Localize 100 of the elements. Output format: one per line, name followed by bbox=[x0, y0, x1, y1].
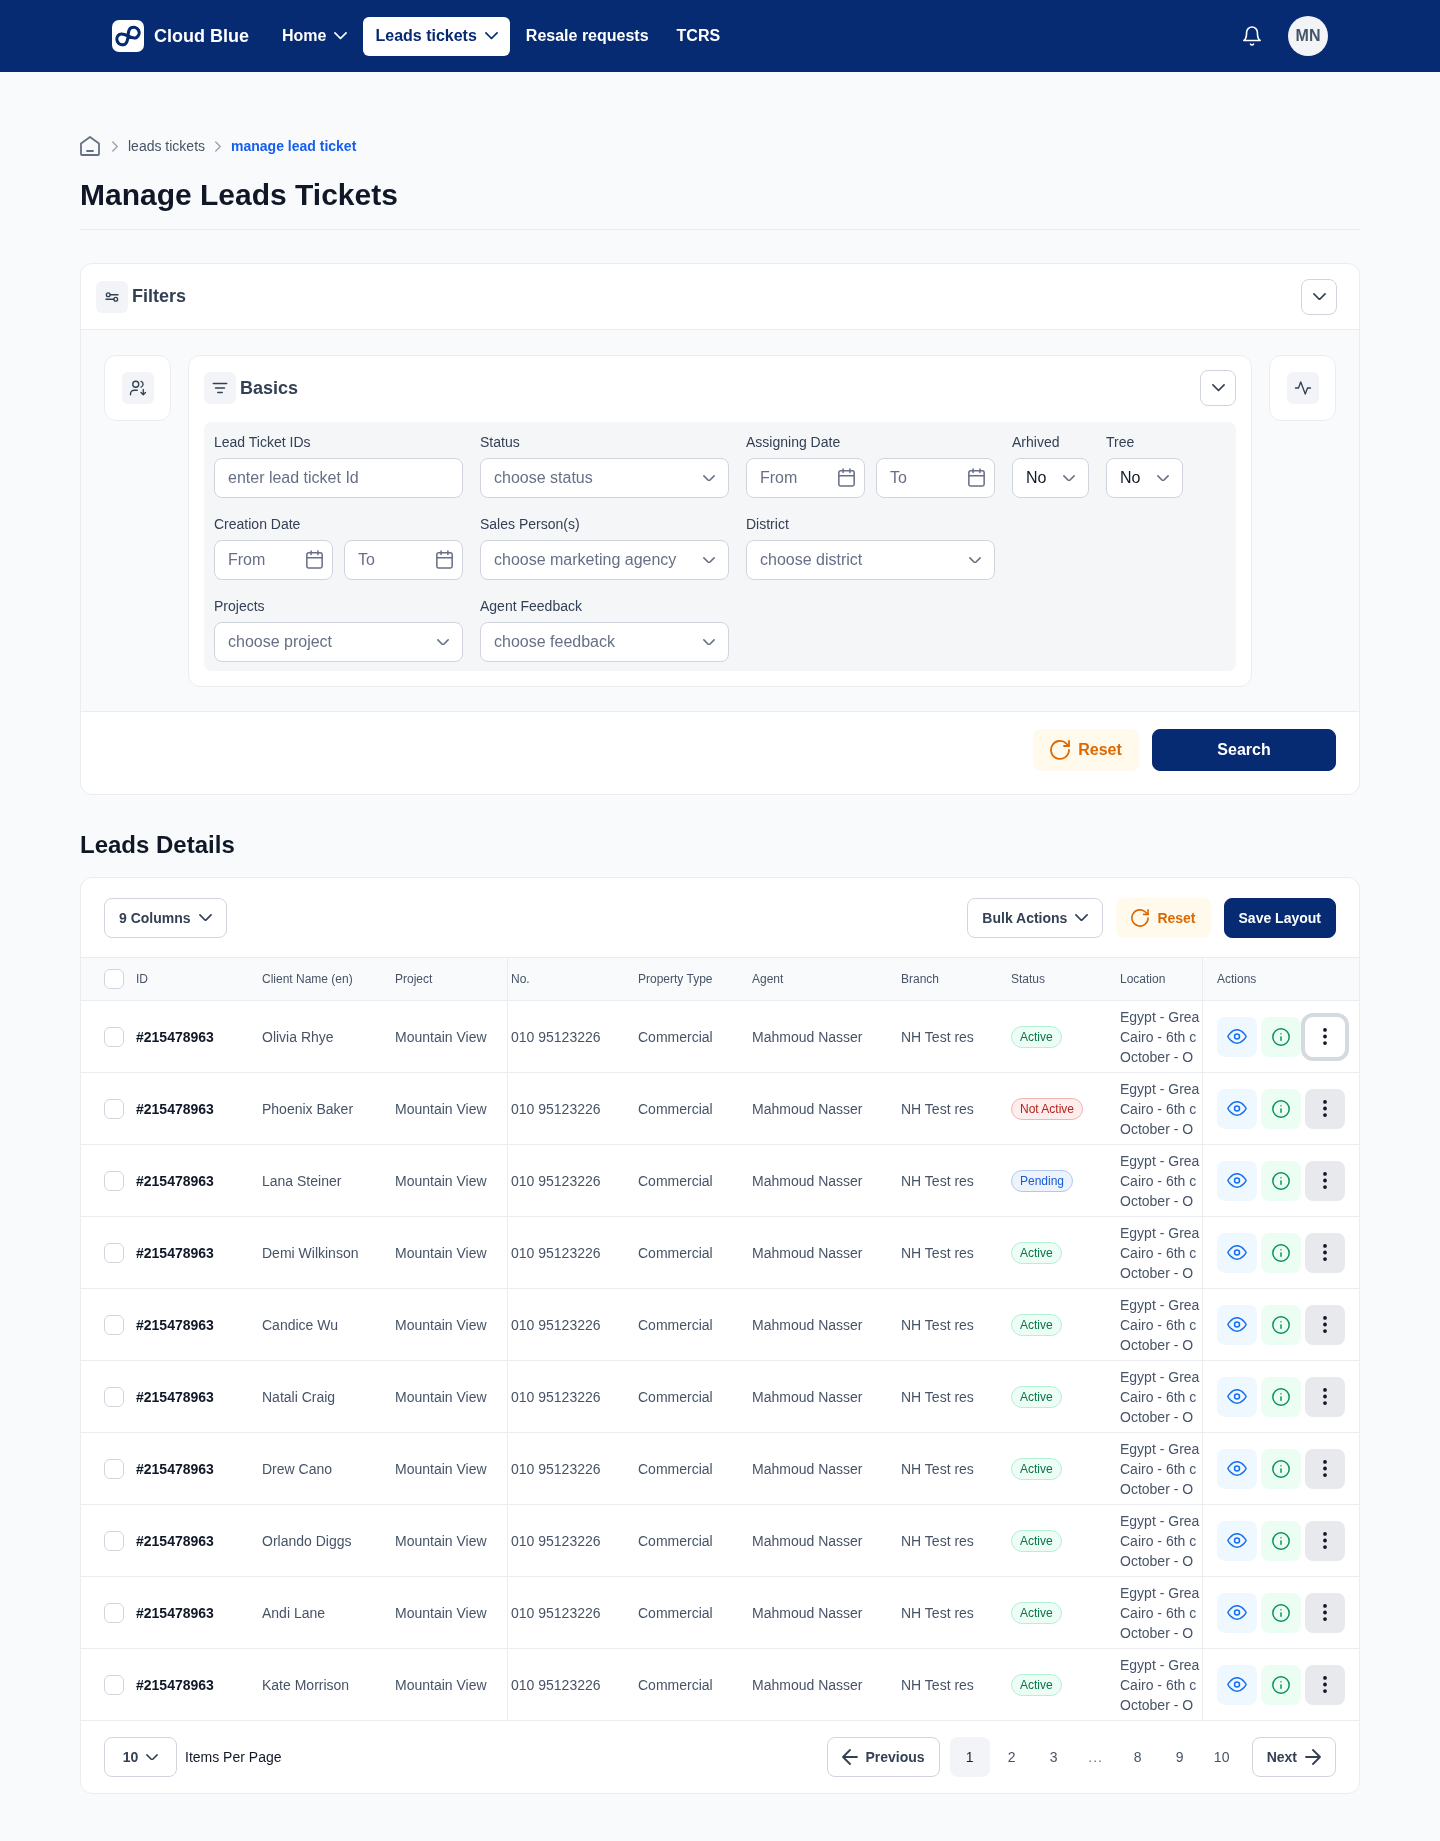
more-button[interactable] bbox=[1305, 1304, 1345, 1345]
view-button[interactable] bbox=[1217, 1520, 1257, 1561]
search-button[interactable]: Search bbox=[1152, 729, 1336, 771]
bell-icon[interactable] bbox=[1243, 26, 1261, 46]
breadcrumb-link[interactable]: manage lead ticket bbox=[231, 138, 357, 154]
view-button[interactable] bbox=[1217, 1088, 1257, 1129]
previous-button[interactable]: Previous bbox=[826, 1737, 940, 1777]
more-vertical-icon bbox=[1323, 1172, 1327, 1189]
info-button[interactable] bbox=[1261, 1664, 1301, 1705]
page-ellipsis: ... bbox=[1087, 1748, 1104, 1767]
nav-link[interactable]: TCRS bbox=[664, 16, 733, 56]
row-checkbox[interactable] bbox=[104, 1026, 124, 1047]
row-checkbox[interactable] bbox=[104, 1674, 124, 1695]
info-button[interactable] bbox=[1261, 1592, 1301, 1633]
view-button[interactable] bbox=[1217, 1016, 1257, 1057]
table-cell: Mountain View bbox=[395, 1505, 508, 1576]
info-button[interactable] bbox=[1261, 1520, 1301, 1561]
nav-link[interactable]: Home bbox=[270, 16, 360, 56]
bulk-actions-button[interactable]: Bulk Actions bbox=[967, 897, 1104, 938]
page-button[interactable]: 8 bbox=[1117, 1737, 1158, 1777]
row-checkbox[interactable] bbox=[104, 1314, 124, 1335]
row-checkbox[interactable] bbox=[104, 1602, 124, 1623]
page-button[interactable]: 2 bbox=[991, 1737, 1032, 1777]
info-button[interactable] bbox=[1261, 1088, 1301, 1129]
date-field[interactable]: To bbox=[876, 458, 995, 498]
more-button[interactable] bbox=[1305, 1520, 1345, 1561]
more-button[interactable] bbox=[1305, 1664, 1345, 1705]
row-checkbox[interactable] bbox=[104, 1170, 124, 1191]
view-button[interactable] bbox=[1217, 1232, 1257, 1273]
select-field[interactable]: choose marketing agency bbox=[480, 540, 729, 580]
view-button[interactable] bbox=[1217, 1592, 1257, 1633]
home-icon[interactable] bbox=[80, 136, 100, 156]
more-button[interactable] bbox=[1305, 1448, 1345, 1489]
info-button[interactable] bbox=[1261, 1304, 1301, 1345]
view-button[interactable] bbox=[1217, 1304, 1257, 1345]
chevron-down-icon bbox=[1075, 913, 1089, 922]
table-cell-text: 010 95123226 bbox=[510, 1315, 602, 1335]
select-field[interactable]: choose project bbox=[214, 622, 463, 662]
info-button[interactable] bbox=[1261, 1160, 1301, 1201]
calendar-icon bbox=[306, 550, 323, 569]
table-cell: Mountain View bbox=[395, 1433, 508, 1504]
more-button[interactable] bbox=[1305, 1376, 1345, 1417]
info-button[interactable] bbox=[1261, 1016, 1301, 1057]
more-button[interactable] bbox=[1305, 1592, 1345, 1633]
table-cell-text: Mahmoud Nasser bbox=[752, 1027, 864, 1047]
select-field[interactable]: No bbox=[1012, 458, 1089, 498]
page-button[interactable]: 3 bbox=[1033, 1737, 1074, 1777]
table-cell-text: Natali Craig bbox=[262, 1387, 337, 1407]
refresh-icon bbox=[1050, 740, 1071, 760]
columns-button[interactable]: 9 Columns bbox=[104, 897, 227, 938]
page-button[interactable]: 9 bbox=[1159, 1737, 1200, 1777]
nav-link[interactable]: Resale requests bbox=[513, 16, 661, 56]
section-tab[interactable] bbox=[104, 355, 171, 421]
date-field[interactable]: From bbox=[746, 458, 865, 498]
field-label: Tree bbox=[1106, 433, 1136, 452]
view-button[interactable] bbox=[1217, 1448, 1257, 1489]
table-cell-text: Drew Cano bbox=[262, 1459, 334, 1479]
row-checkbox[interactable] bbox=[104, 1458, 124, 1479]
row-checkbox[interactable] bbox=[104, 1530, 124, 1551]
table-cell-text: Egypt - Grea Cairo - 6th c October - O bbox=[1120, 1583, 1201, 1643]
text-field[interactable]: enter lead ticket Id bbox=[214, 458, 463, 498]
nav-link[interactable]: Leads tickets bbox=[363, 16, 510, 56]
chevron-down-icon bbox=[703, 556, 715, 564]
select-all-checkbox[interactable] bbox=[104, 969, 124, 989]
logo-icon bbox=[112, 20, 144, 52]
collapse-button[interactable] bbox=[1301, 278, 1337, 315]
column-header: Project bbox=[395, 972, 433, 986]
collapse-button[interactable] bbox=[1200, 370, 1236, 406]
info-button[interactable] bbox=[1261, 1376, 1301, 1417]
per-page-select[interactable]: 10 bbox=[104, 1737, 177, 1777]
table-cell-text: Mahmoud Nasser bbox=[752, 1243, 864, 1263]
table-cell-text: Olivia Rhye bbox=[262, 1027, 335, 1047]
page-button[interactable]: 10 bbox=[1201, 1737, 1242, 1777]
chevron-right-icon bbox=[215, 140, 222, 152]
calendar-icon bbox=[968, 468, 985, 487]
row-checkbox[interactable] bbox=[104, 1386, 124, 1407]
view-button[interactable] bbox=[1217, 1664, 1257, 1705]
save-layout-button[interactable]: Save Layout bbox=[1223, 897, 1336, 938]
view-button[interactable] bbox=[1217, 1160, 1257, 1201]
info-button[interactable] bbox=[1261, 1448, 1301, 1489]
table-cell-text: Commercial bbox=[638, 1027, 714, 1047]
chevron-down-icon bbox=[1312, 292, 1326, 301]
row-checkbox[interactable] bbox=[104, 1098, 124, 1119]
avatar[interactable]: MN bbox=[1288, 16, 1328, 56]
table-cell-text: Egypt - Grea Cairo - 6th c October - O bbox=[1120, 1439, 1201, 1499]
select-field[interactable]: No bbox=[1106, 458, 1183, 498]
page-button[interactable]: 1 bbox=[949, 1737, 990, 1777]
more-button[interactable] bbox=[1305, 1160, 1345, 1201]
breadcrumb-link[interactable]: leads tickets bbox=[128, 138, 206, 154]
view-button[interactable] bbox=[1217, 1376, 1257, 1417]
select-field[interactable]: choose district bbox=[746, 540, 995, 580]
more-button[interactable] bbox=[1305, 1088, 1345, 1129]
next-button[interactable]: Next bbox=[1251, 1737, 1336, 1777]
date-field[interactable]: To bbox=[344, 540, 463, 580]
info-button[interactable] bbox=[1261, 1232, 1301, 1273]
date-field[interactable]: From bbox=[214, 540, 333, 580]
select-field[interactable]: choose feedback bbox=[480, 622, 729, 662]
row-checkbox[interactable] bbox=[104, 1242, 124, 1263]
more-button[interactable] bbox=[1305, 1232, 1345, 1273]
select-field[interactable]: choose status bbox=[480, 458, 729, 498]
